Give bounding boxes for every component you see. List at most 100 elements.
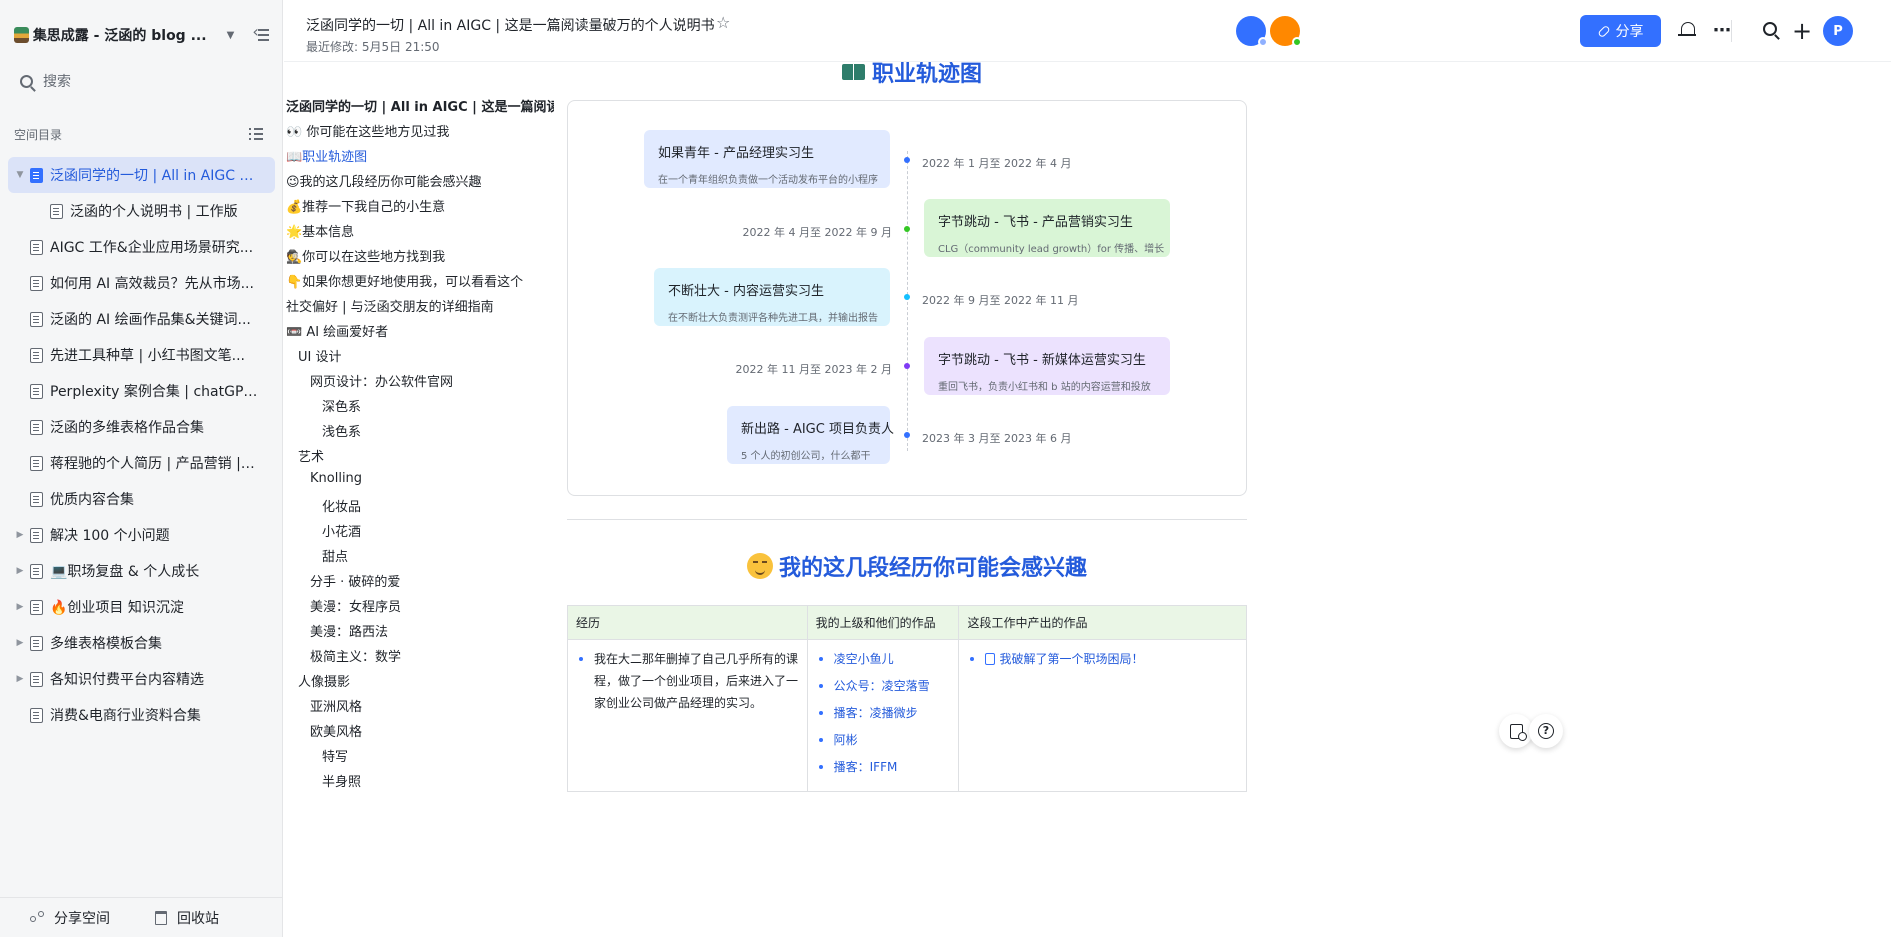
outline-item[interactable]: 化妆品 xyxy=(322,496,361,515)
sidebar-tree-item[interactable]: ▶ 💻职场复盘 & 个人成长 xyxy=(8,553,275,589)
outline-item[interactable]: 特写 xyxy=(322,746,348,765)
timeline-card-title: 不断壮大 - 内容运营实习生 xyxy=(668,284,824,299)
sidebar-tree-item[interactable]: 蒋程驰的个人简历 | 产品营销 | ... xyxy=(8,445,275,481)
add-icon[interactable]: + xyxy=(1790,19,1814,43)
search-placeholder: 搜索 xyxy=(43,74,71,90)
outline-item[interactable]: 艺术 xyxy=(298,446,324,465)
list-item: 我在大二那年删掉了自己几乎所有的课程，做了一个创业项目，后来进入了一家创业公司做… xyxy=(576,648,799,714)
space-title[interactable]: 集思成露 - 泛函的 blog ... xyxy=(33,25,209,45)
space-header[interactable]: 集思成露 - 泛函的 blog ... ▼ xyxy=(14,22,269,46)
superior-link[interactable]: 阿彬 xyxy=(816,729,951,751)
outline-item[interactable]: 👇如果你想更好地使用我，可以看看这个 xyxy=(286,271,523,290)
document-icon xyxy=(30,311,43,327)
collapse-arrow-icon[interactable]: ▶ xyxy=(15,566,25,576)
outline-item[interactable]: 美漫：女程序员 xyxy=(310,596,401,615)
share-space-button[interactable]: 分享空间 xyxy=(30,908,110,928)
experience-list: 我在大二那年删掉了自己几乎所有的课程，做了一个创业项目，后来进入了一家创业公司做… xyxy=(576,648,799,714)
collapse-arrow-icon[interactable]: ▶ xyxy=(15,638,25,648)
outline-item[interactable]: 💰推荐一下我自己的小生意 xyxy=(286,196,445,215)
sidebar-tree-item[interactable]: 优质内容合集 xyxy=(8,481,275,517)
outline-item[interactable]: 分手 · 破碎的爱 xyxy=(310,571,400,590)
table-of-contents-button[interactable] xyxy=(1499,714,1533,748)
sidebar-tree-item[interactable]: AIGC 工作&企业应用场景研究... xyxy=(8,229,275,265)
outline-item[interactable]: 亚洲风格 xyxy=(310,696,362,715)
outline-item[interactable]: 小花酒 xyxy=(322,521,361,540)
document-title[interactable]: 泛函同学的一切 | All in AIGC | 这是一篇阅读量破万的个人说明书 xyxy=(306,15,715,35)
superior-link[interactable]: 播客：凌播微步 xyxy=(816,702,951,724)
star-icon[interactable]: ☆ xyxy=(716,13,730,32)
notification-button[interactable] xyxy=(1676,19,1700,43)
outline-item[interactable]: 社交偏好 | 与泛函交朋友的详细指南 xyxy=(286,296,494,315)
sidebar-item-label: 消费&电商行业资料合集 xyxy=(50,708,201,724)
sidebar-tree-item[interactable]: Perplexity 案例合集 | chatGPT ... xyxy=(8,373,275,409)
collapse-arrow-icon[interactable]: ▶ xyxy=(15,530,25,540)
timeline-dot xyxy=(904,432,910,438)
outline-item[interactable]: 👀 你可能在这些地方见过我 xyxy=(286,121,449,140)
sidebar-tree-item[interactable]: ▶ 🔥创业项目 知识沉淀 xyxy=(8,589,275,625)
search-input[interactable]: 搜索 xyxy=(8,64,274,98)
outline-item[interactable]: 美漫：路西法 xyxy=(310,621,388,640)
outline-item[interactable]: 人像摄影 xyxy=(298,671,350,690)
open-book-icon xyxy=(842,62,866,82)
sidebar-tree-item[interactable]: 泛函的 AI 绘画作品集&关键词... xyxy=(8,301,275,337)
outline-item[interactable]: 极简主义：数学 xyxy=(310,646,401,665)
work-link[interactable]: 我破解了第一个职场困局！ xyxy=(967,648,1238,670)
directory-options-icon[interactable] xyxy=(249,128,263,140)
timeline-card-title: 字节跳动 - 飞书 - 新媒体运营实习生 xyxy=(938,353,1146,368)
sidebar-tree-item[interactable]: 泛函的个人说明书 | 工作版 xyxy=(8,193,275,229)
outline-item[interactable]: 浅色系 xyxy=(322,421,361,440)
search-button[interactable] xyxy=(1760,19,1784,43)
outline-item[interactable]: 深色系 xyxy=(322,396,361,415)
collapse-arrow-icon[interactable]: ▶ xyxy=(15,602,25,612)
works-list: 我破解了第一个职场困局！ xyxy=(967,648,1238,670)
sidebar-tree-item[interactable]: 消费&电商行业资料合集 xyxy=(8,697,275,733)
superior-link[interactable]: 播客：IFFM xyxy=(816,756,951,778)
outline-item[interactable]: 🕵你可以在这些地方找到我 xyxy=(286,246,445,265)
experience-table: 经历 我的上级和他们的作品 这段工作中产出的作品 我在大二那年删掉了自己几乎所有… xyxy=(567,605,1247,792)
outline-item[interactable]: UI 设计 xyxy=(298,346,341,365)
sidebar-tree-item[interactable]: 先进工具种草 | 小红书图文笔... xyxy=(8,337,275,373)
recycle-bin-button[interactable]: 回收站 xyxy=(155,908,219,928)
outline-item[interactable]: 📖职业轨迹图 xyxy=(286,146,367,165)
outline-item[interactable]: 欧美风格 xyxy=(310,721,362,740)
career-heading-text: 职业轨迹图 xyxy=(872,62,983,87)
sidebar-item-label: 解决 100 个小问题 xyxy=(50,528,170,544)
sidebar-tree-item[interactable]: ▶ 各知识付费平台内容精选 xyxy=(8,661,275,697)
outline-item[interactable]: 📼 AI 绘画爱好者 xyxy=(286,321,388,340)
user-avatar[interactable]: P xyxy=(1823,16,1853,46)
sidebar-tree-item[interactable]: ▶ 解决 100 个小问题 xyxy=(8,517,275,553)
help-button[interactable]: ? xyxy=(1529,714,1563,748)
experience-heading: 我的这几段经历你可能会感兴趣 xyxy=(747,550,1087,582)
outline-item[interactable]: 🌟基本信息 xyxy=(286,221,354,240)
superior-link[interactable]: 凌空小鱼儿 xyxy=(816,648,951,670)
expand-arrow-icon[interactable]: ▼ xyxy=(15,170,25,180)
sidebar-item-label: 先进工具种草 | 小红书图文笔... xyxy=(50,348,245,364)
collapse-arrow-icon[interactable]: ▶ xyxy=(15,674,25,684)
outline-item[interactable]: 网页设计：办公软件官网 xyxy=(310,371,453,390)
outline-item[interactable]: 😉我的这几段经历你可能会感兴趣 xyxy=(286,171,482,190)
chevron-down-icon[interactable]: ▼ xyxy=(227,30,235,41)
outline-item[interactable]: Knolling xyxy=(310,471,362,486)
timeline-card-title: 如果青年 - 产品经理实习生 xyxy=(658,146,814,161)
table-header: 这段工作中产出的作品 xyxy=(958,605,1247,640)
share-button[interactable]: 分享 xyxy=(1580,15,1661,47)
sidebar-tree-item[interactable]: 如何用 AI 高效裁员？先从市场... xyxy=(8,265,275,301)
experience-heading-text: 我的这几段经历你可能会感兴趣 xyxy=(779,556,1088,581)
outline-item[interactable]: 甜点 xyxy=(322,546,348,565)
document-icon xyxy=(30,671,43,687)
outline-item[interactable]: 泛函同学的一切 | All in AIGC | 这是一篇阅读... xyxy=(286,96,554,115)
collapse-sidebar-icon[interactable] xyxy=(252,22,269,42)
sidebar-tree-item[interactable]: ▶ 多维表格模板合集 xyxy=(8,625,275,661)
sidebar-tree-item[interactable]: 泛函的多维表格作品合集 xyxy=(8,409,275,445)
timeline-card-desc: CLG（community lead growth）for 传播、增长 xyxy=(938,244,1165,255)
outline-item[interactable]: 半身照 xyxy=(322,771,361,790)
document-icon xyxy=(30,455,43,471)
status-dot xyxy=(1258,37,1268,47)
superior-link[interactable]: 公众号：凌空落雪 xyxy=(816,675,951,697)
timeline-card: 字节跳动 - 飞书 - 产品营销实习生 CLG（community lead gr… xyxy=(924,199,1170,257)
career-heading: 职业轨迹图 xyxy=(842,62,982,88)
sidebar-tree-item[interactable]: ▼ 泛函同学的一切 | All in AIGC | ... xyxy=(8,157,275,193)
sidebar-item-label: 优质内容合集 xyxy=(50,492,134,508)
collaborator-avatar[interactable] xyxy=(1236,16,1268,47)
collaborator-avatar[interactable] xyxy=(1270,16,1302,47)
